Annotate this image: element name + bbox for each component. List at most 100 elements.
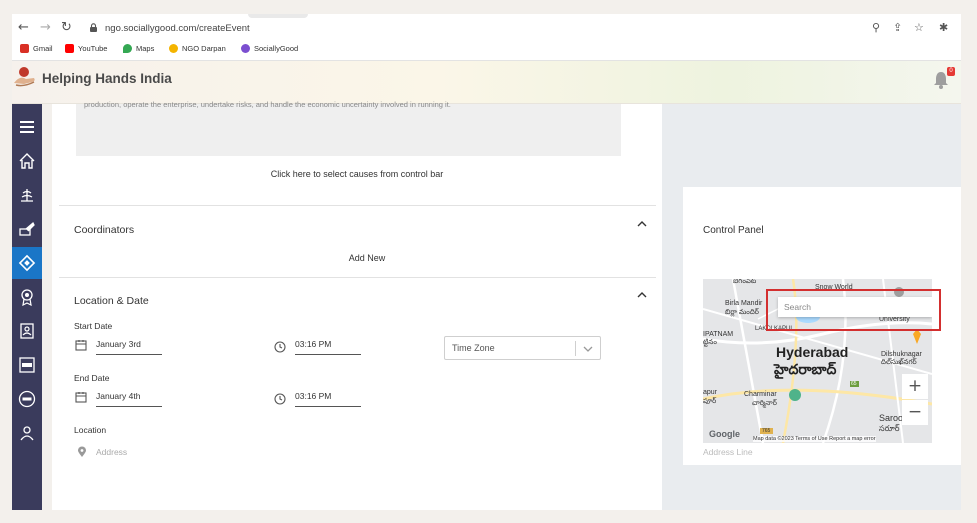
address-bar[interactable]: ngo.sociallygood.com/createEvent [105,23,250,34]
bookmark-label: Maps [136,44,155,53]
map-city-label: Hyderabad [776,344,849,360]
sidebar-item-home[interactable] [12,145,42,177]
map-label: సరూర్‌ [879,424,900,433]
end-time-input[interactable]: 03:16 PM [295,391,361,407]
address-line-input[interactable]: Address Line [703,447,753,457]
brand-title: Helping Hands India [42,71,172,86]
sidebar-item-ngo[interactable] [12,349,42,381]
share-icon[interactable]: ⇪ [893,21,902,34]
description-text: production, operate the enterprise, unde… [84,100,451,109]
chevron-up-icon[interactable] [637,220,647,228]
home-icon [19,153,35,169]
add-coordinator-button[interactable]: Add New [52,253,682,263]
extensions-icon[interactable]: ✱ [939,21,948,34]
google-logo: Google [709,429,740,439]
sidebar-item-volunteers[interactable] [12,417,42,449]
maps-icon [123,44,132,53]
back-icon[interactable]: ← [18,20,29,35]
sidebar-item-events[interactable] [12,247,42,279]
bookmark-ngo-darpan[interactable]: NGO Darpan [169,44,226,53]
map-label: ట్టినం [703,339,717,346]
section-divider [59,205,656,206]
zoom-out-button[interactable]: − [902,400,928,425]
bookmark-youtube[interactable]: YouTube [65,44,107,53]
map-label: దిల్‌సుఖ్‌నగర్ [881,359,917,366]
sidebar-item-profile[interactable] [12,315,42,347]
zoom-in-button[interactable]: + [902,374,928,399]
bookmark-sociallygood[interactable]: SociallyGood [241,44,298,53]
ngo-icon [19,357,35,373]
clock-icon [274,393,286,405]
map-label: పూర్ [703,398,717,405]
time-zone-placeholder: Time Zone [452,343,495,353]
volunteers-icon [20,426,34,441]
sidebar-item-awards[interactable] [12,281,42,313]
sidebar-item-projects[interactable] [12,213,42,245]
helping-hands-logo [14,67,35,87]
lock-icon[interactable] [90,23,97,32]
active-tab-indicator [248,14,308,18]
end-date-input[interactable]: January 4th [96,391,162,407]
highlight-box [766,289,941,331]
bookmark-label: SociallyGood [254,44,299,53]
time-zone-select[interactable]: Time Zone [444,336,601,360]
sidebar-item-csr[interactable] [12,383,42,415]
map-label: apur [703,389,718,396]
gmail-icon [20,44,29,53]
map-label: చార్మినార్ [752,400,777,407]
location-pin-icon[interactable]: ⚲ [872,21,880,34]
projects-icon [19,221,35,236]
event-form: production, operate the enterprise, unde… [52,100,662,510]
section-divider [59,277,656,278]
location-date-title: Location & Date [74,295,149,307]
road-number: 765 [762,428,771,434]
map-attribution: Map data ©2023 Terms of Use Report a map… [753,436,876,442]
end-date-label: End Date [74,373,110,383]
map-label: బిర్లా మందిర్ [725,309,759,316]
menu-icon [20,121,34,133]
youtube-icon [65,44,74,53]
forward-icon[interactable]: → [40,20,51,35]
bookmark-label: Gmail [33,44,53,53]
bookmark-gmail[interactable]: Gmail [20,44,53,53]
select-separator [575,341,576,356]
coordinators-title: Coordinators [74,224,135,236]
map-pin-icon [78,446,86,457]
map-label: Charminar [744,391,777,398]
map-label: Birla Mandir [725,300,763,307]
sidebar-item-causes[interactable] [12,179,42,211]
map-label: Dilshuknagar [881,351,922,358]
app-header: Helping Hands India 0 [12,61,961,104]
reload-icon[interactable]: ↻ [61,20,72,35]
bookmark-star-icon[interactable]: ☆ [914,21,924,34]
calendar-icon [75,392,87,403]
map-label: బేగంపేట [733,279,757,285]
road-number: 65 [851,381,857,387]
browser-chrome: ← → ↻ ngo.sociallygood.com/createEvent ⚲… [12,14,961,61]
sociallygood-icon [241,44,250,53]
map-city-label: హైదరాబాద్ [774,361,837,377]
bookmark-label: YouTube [78,44,108,53]
select-causes-link[interactable]: Click here to select causes from control… [52,169,662,179]
causes-icon [21,189,33,202]
bookmark-maps[interactable]: Maps [123,44,154,53]
ngo-darpan-icon [169,44,178,53]
description-textarea[interactable]: production, operate the enterprise, unde… [76,100,621,156]
chevron-up-icon[interactable] [637,291,647,299]
profile-icon [20,323,34,339]
award-icon [21,289,33,306]
location-label: Location [74,425,107,435]
events-icon [18,254,36,272]
bookmark-label: NGO Darpan [182,44,226,53]
sidebar [12,104,42,510]
address-input[interactable]: Address [96,447,127,457]
sidebar-menu-toggle[interactable] [12,111,42,143]
calendar-icon [75,340,87,351]
control-panel-title: Control Panel [703,225,764,236]
clock-icon [274,341,286,353]
start-date-input[interactable]: January 3rd [96,339,162,355]
csr-icon [18,390,36,408]
chevron-down-icon [583,346,593,352]
start-date-label: Start Date [74,321,113,331]
start-time-input[interactable]: 03:16 PM [295,339,361,355]
